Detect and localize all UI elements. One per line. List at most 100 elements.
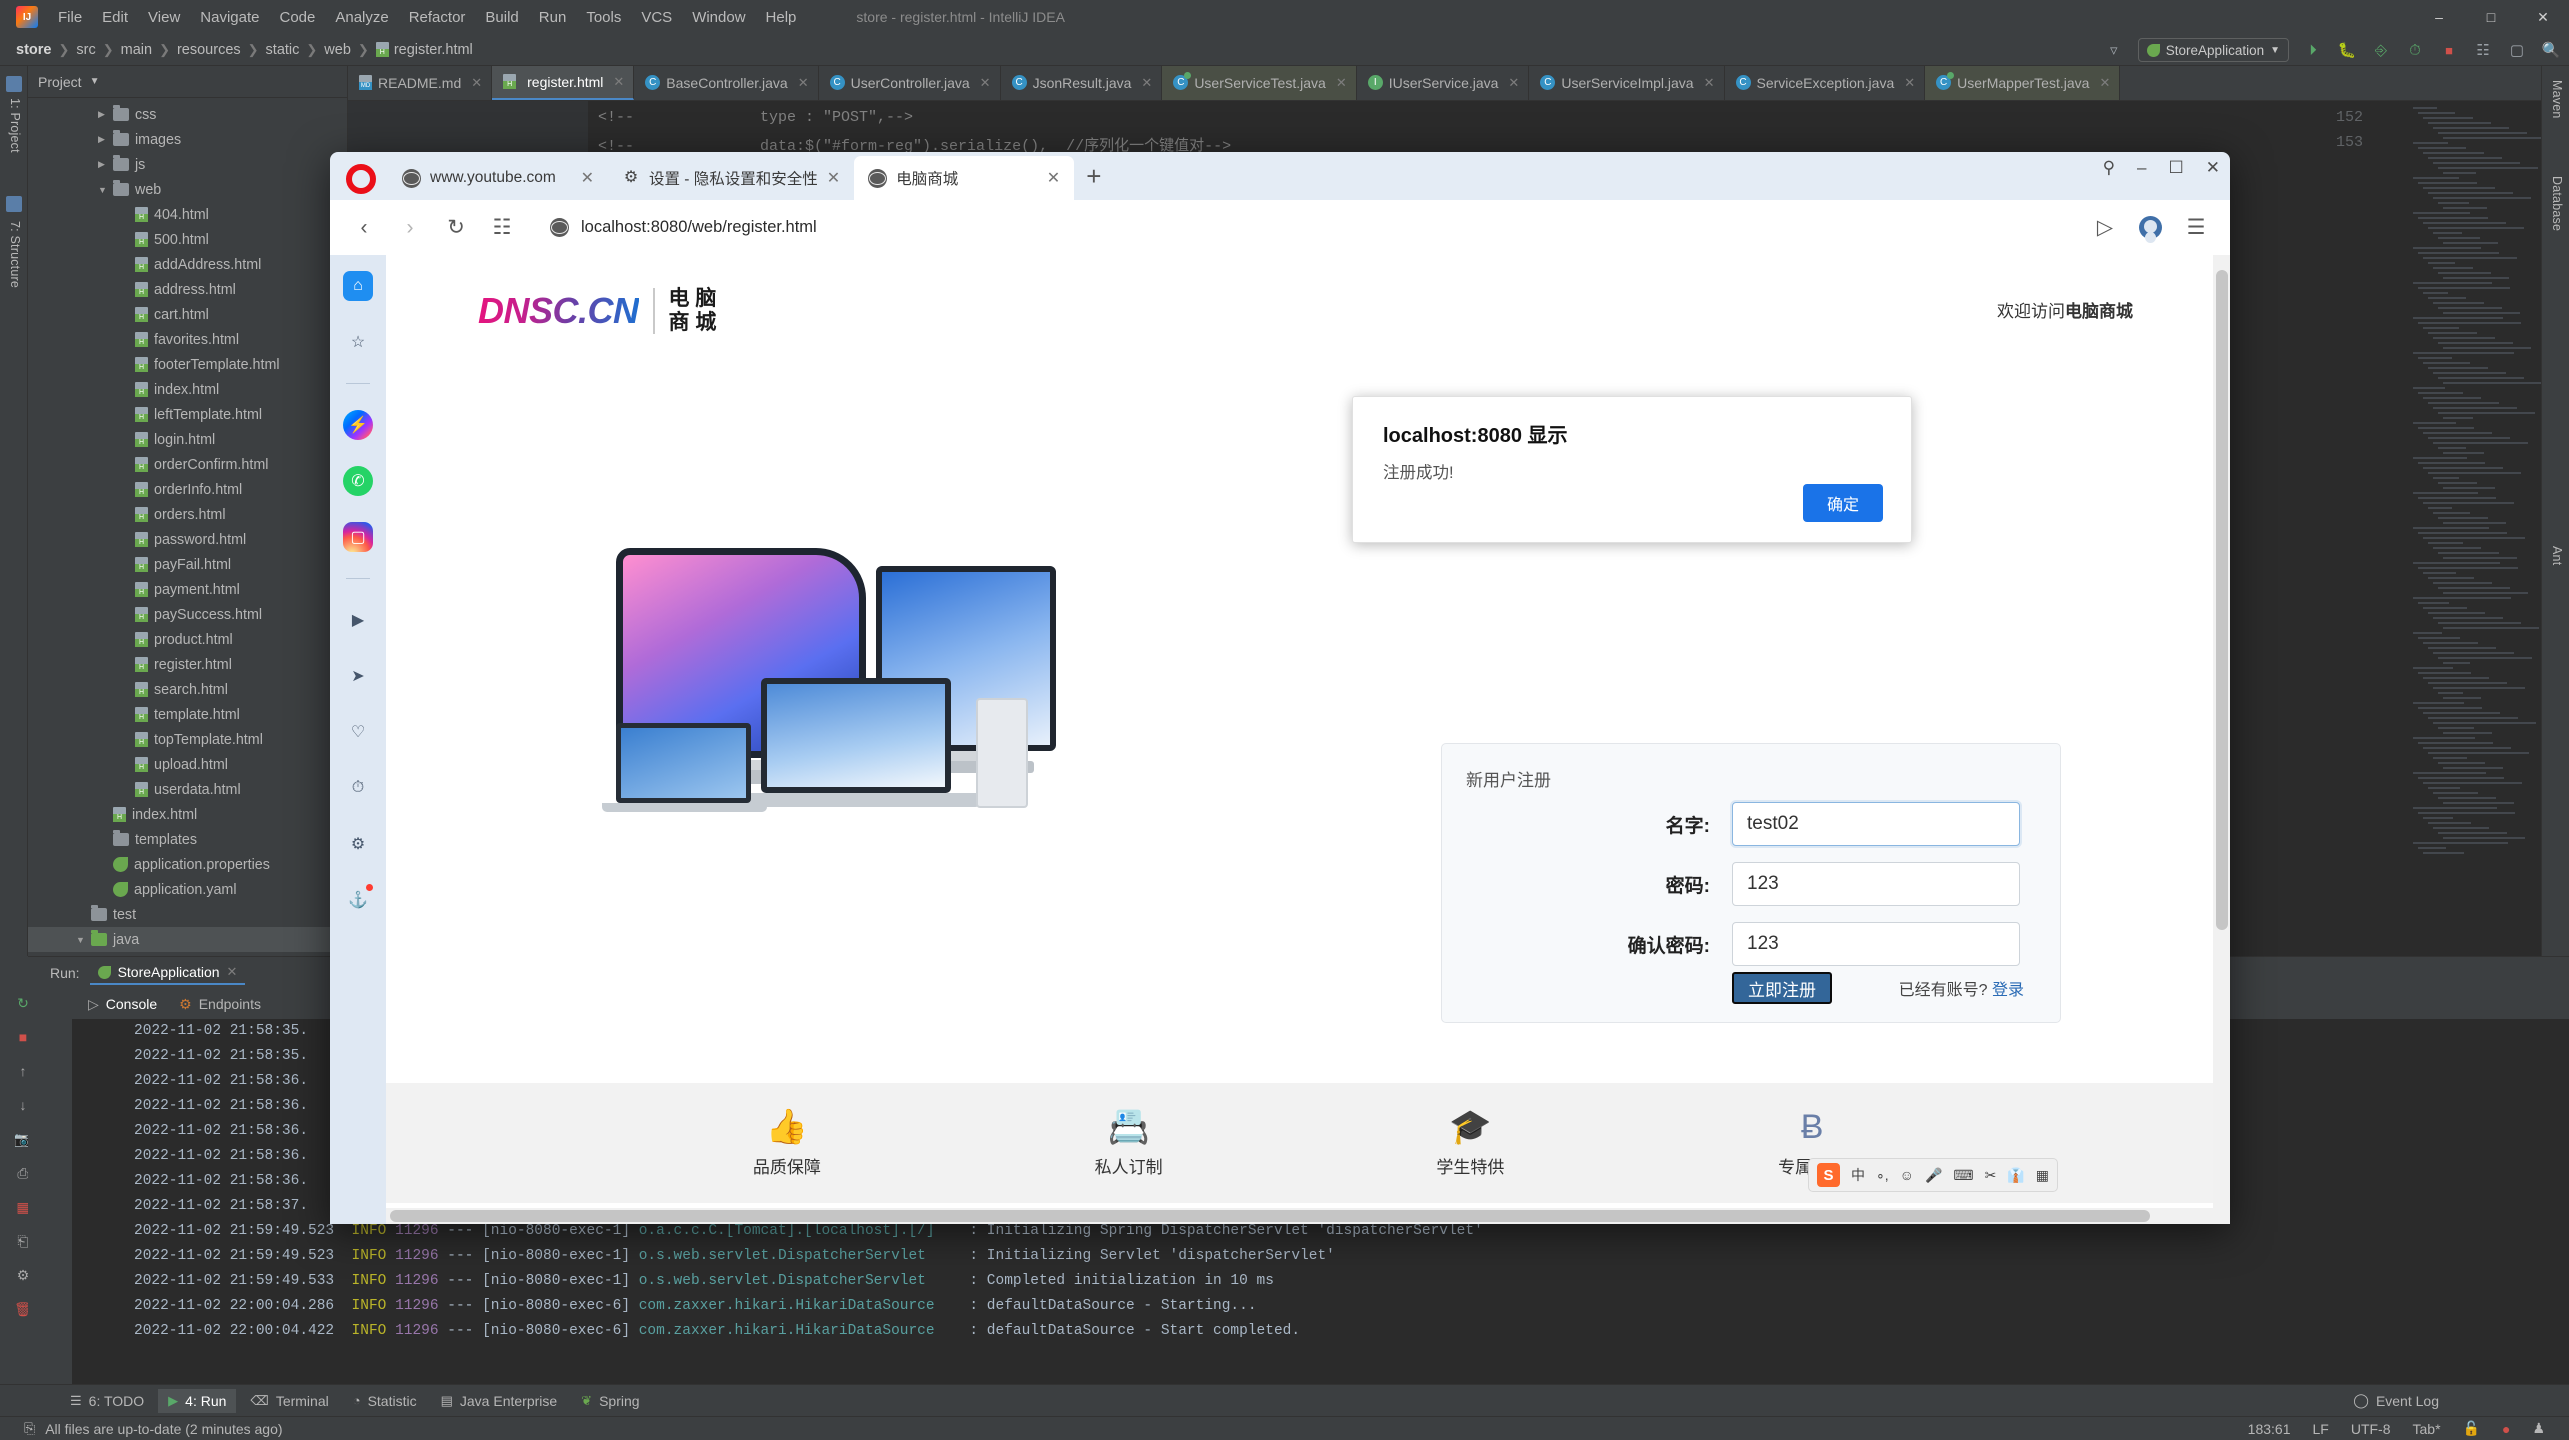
opera-logo-icon[interactable] bbox=[346, 164, 376, 194]
menu-navigate[interactable]: Navigate bbox=[190, 5, 269, 30]
reload-icon[interactable]: ↻ bbox=[444, 215, 468, 240]
editor-tab[interactable]: README.md ✕ bbox=[348, 66, 493, 100]
alert-ok-button[interactable]: 确定 bbox=[1803, 484, 1883, 522]
menu-window[interactable]: Window bbox=[682, 5, 755, 30]
sogou-logo-icon[interactable]: S bbox=[1817, 1163, 1840, 1187]
build-hammer-icon[interactable]: ▿ bbox=[2104, 40, 2124, 60]
chevron-down-icon[interactable]: ▼ bbox=[76, 935, 88, 945]
settings-icon[interactable]: ⚙ bbox=[343, 829, 373, 859]
send-icon[interactable]: ➤ bbox=[343, 661, 373, 691]
tree-node[interactable]: userdata.html bbox=[28, 777, 347, 802]
forward-icon[interactable]: › bbox=[398, 216, 422, 240]
tree-node[interactable]: index.html bbox=[28, 802, 347, 827]
tree-node[interactable]: upload.html bbox=[28, 752, 347, 777]
tree-node[interactable]: index.html bbox=[28, 377, 347, 402]
tree-node[interactable]: paySuccess.html bbox=[28, 602, 347, 627]
bottom-tab[interactable]: ☰ 6: TODO bbox=[60, 1389, 154, 1413]
close-icon[interactable]: ✕ bbox=[798, 75, 809, 91]
caret-position[interactable]: 183:61 bbox=[2248, 1421, 2291, 1437]
address-bar[interactable]: localhost:8080/web/register.html bbox=[550, 218, 2071, 237]
browser-tab-store[interactable]: 电脑商城 ✕ bbox=[854, 156, 1075, 200]
menu-run[interactable]: Run bbox=[529, 5, 577, 30]
menu-file[interactable]: File bbox=[48, 5, 92, 30]
ime-keyboard-icon[interactable]: ⌨ bbox=[1953, 1167, 1973, 1184]
tree-node[interactable]: 404.html bbox=[28, 202, 347, 227]
tree-node[interactable]: register.html bbox=[28, 652, 347, 677]
search-icon[interactable]: ⚲ bbox=[2103, 158, 2115, 178]
bottom-tab[interactable]: ⌫ Terminal bbox=[240, 1389, 338, 1413]
editor-tab[interactable]: C UserServiceImpl.java ✕ bbox=[1529, 66, 1725, 100]
name-input[interactable] bbox=[1732, 802, 2020, 846]
editor-minimap[interactable] bbox=[2409, 101, 2545, 956]
close-icon[interactable]: ✕ bbox=[2099, 75, 2110, 91]
project-strip-icon[interactable] bbox=[6, 196, 22, 212]
menu-build[interactable]: Build bbox=[475, 5, 528, 30]
chevron-right-icon[interactable]: ▶ bbox=[98, 109, 110, 120]
close-icon[interactable]: ✕ bbox=[1047, 168, 1060, 188]
chevron-right-icon[interactable]: ▶ bbox=[98, 134, 110, 145]
editor-tab[interactable]: C UserMapperTest.java ✕ bbox=[1925, 66, 2121, 100]
strip-label-project[interactable]: 1: Project bbox=[8, 98, 22, 153]
easy-setup-icon[interactable]: ☰ bbox=[2184, 215, 2208, 240]
bottom-tab[interactable]: ◔ Statistic bbox=[343, 1389, 427, 1413]
strip-label-ant[interactable]: Ant bbox=[2550, 546, 2564, 565]
avatar[interactable] bbox=[2139, 216, 2162, 239]
maximize-icon[interactable]: ☐ bbox=[2169, 158, 2184, 178]
menu-refactor[interactable]: Refactor bbox=[399, 5, 476, 30]
tree-node[interactable]: payment.html bbox=[28, 577, 347, 602]
indent-setting[interactable]: Tab* bbox=[2413, 1421, 2441, 1437]
close-icon[interactable]: ✕ bbox=[1704, 75, 1715, 91]
tree-node[interactable]: ▶ css bbox=[28, 102, 347, 127]
extensions-icon[interactable]: ⚓ bbox=[343, 884, 373, 915]
heart-icon[interactable]: ♡ bbox=[343, 717, 373, 747]
close-icon[interactable]: ✕ bbox=[613, 74, 624, 90]
profiler-icon[interactable]: ⏱ bbox=[2405, 40, 2425, 60]
breadcrumb-web[interactable]: web bbox=[324, 42, 351, 58]
address-bar-url[interactable]: localhost:8080/web/register.html bbox=[581, 218, 817, 237]
back-icon[interactable]: ‹ bbox=[352, 216, 376, 240]
player-icon[interactable]: ▶ bbox=[343, 605, 373, 635]
page-horizontal-scroll-thumb[interactable] bbox=[390, 1210, 2150, 1222]
tree-node[interactable]: login.html bbox=[28, 427, 347, 452]
search-everywhere-icon[interactable]: 🔍 bbox=[2541, 40, 2561, 60]
hector-icon[interactable]: ♟ bbox=[2532, 1420, 2545, 1437]
menu-help[interactable]: Help bbox=[756, 5, 807, 30]
run-button-icon[interactable]: ⏵ bbox=[2303, 40, 2323, 60]
menu-view[interactable]: View bbox=[138, 5, 190, 30]
tree-node[interactable]: addAddress.html bbox=[28, 252, 347, 277]
menu-analyze[interactable]: Analyze bbox=[325, 5, 398, 30]
feature-item[interactable]: 👍 品质保障 bbox=[712, 1108, 862, 1178]
editor-tab[interactable]: C UserController.java ✕ bbox=[819, 66, 1001, 100]
tree-node[interactable]: password.html bbox=[28, 527, 347, 552]
debug-button-icon[interactable]: 🐛 bbox=[2337, 40, 2357, 60]
strip-label-structure[interactable]: 7: Structure bbox=[8, 221, 22, 288]
chevron-right-icon[interactable]: ▶ bbox=[98, 159, 110, 170]
password-input[interactable] bbox=[1732, 862, 2020, 906]
ime-skin-icon[interactable]: 👔 bbox=[2007, 1167, 2024, 1184]
home-icon[interactable]: ⌂ bbox=[343, 271, 373, 301]
editor-tab[interactable]: C JsonResult.java ✕ bbox=[1001, 66, 1163, 100]
new-tab-button[interactable]: + bbox=[1074, 161, 1117, 200]
tree-node[interactable]: ▼ web bbox=[28, 177, 347, 202]
tree-node[interactable]: ▼ java bbox=[28, 927, 347, 952]
tree-node[interactable]: application.properties bbox=[28, 852, 347, 877]
instagram-icon[interactable]: ▢ bbox=[343, 522, 373, 552]
tree-node[interactable]: orderConfirm.html bbox=[28, 452, 347, 477]
chevron-down-icon[interactable]: ▼ bbox=[90, 76, 100, 87]
tree-node[interactable]: ▶ js bbox=[28, 152, 347, 177]
tree-node[interactable]: application.yaml bbox=[28, 877, 347, 902]
tree-node[interactable]: topTemplate.html bbox=[28, 727, 347, 752]
close-icon[interactable]: ✕ bbox=[827, 168, 840, 188]
ime-voice-icon[interactable]: 🎤 bbox=[1925, 1167, 1942, 1184]
editor-tab[interactable]: register.html ✕ bbox=[492, 66, 635, 100]
close-icon[interactable]: ✕ bbox=[1141, 75, 1152, 91]
page-vertical-scroll-thumb[interactable] bbox=[2216, 270, 2228, 930]
terminal-icon[interactable]: ▢ bbox=[2507, 40, 2527, 60]
chevron-down-icon[interactable]: ▼ bbox=[98, 185, 110, 195]
project-tree[interactable]: ▶ css ▶ images ▶ js ▼ web 404.html 500.html addAdd… bbox=[28, 98, 347, 952]
close-icon[interactable]: ✕ bbox=[1904, 75, 1915, 91]
project-structure-icon[interactable]: ☷ bbox=[2473, 40, 2493, 60]
structure-strip-icon[interactable] bbox=[6, 76, 22, 92]
send-icon[interactable]: ▷ bbox=[2093, 215, 2117, 240]
tree-node[interactable]: search.html bbox=[28, 677, 347, 702]
